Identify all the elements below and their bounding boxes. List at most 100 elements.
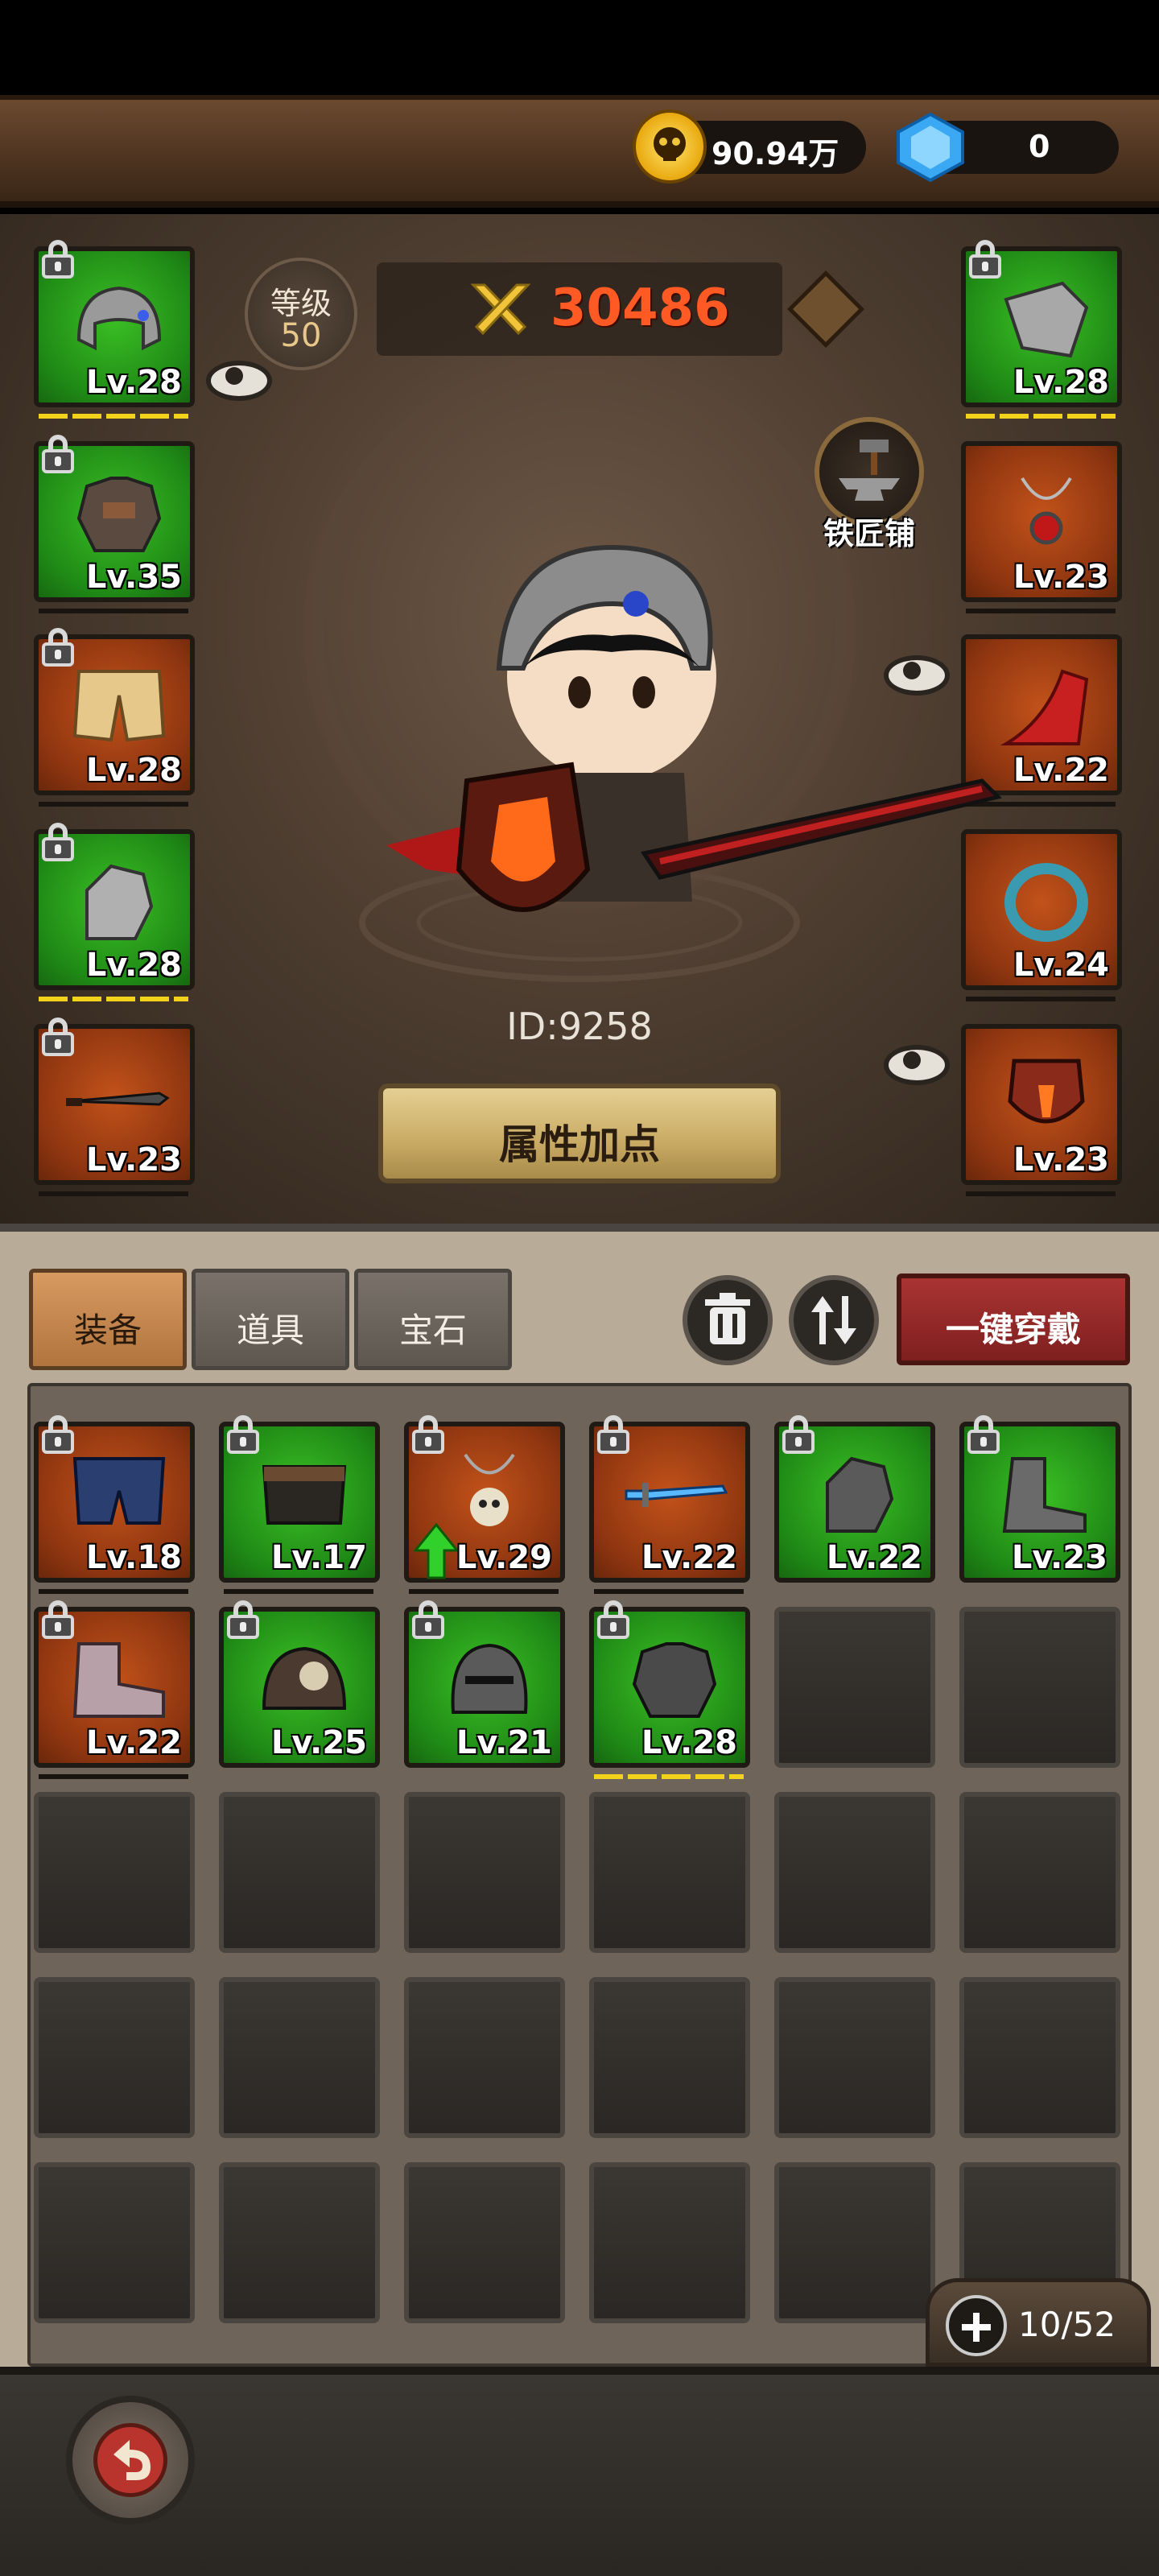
eye-icon[interactable] (206, 357, 272, 401)
tab-items[interactable]: 道具 (192, 1269, 349, 1370)
back-button[interactable] (66, 2396, 195, 2524)
boots-icon (72, 1642, 165, 1718)
discard-button[interactable] (683, 1275, 773, 1365)
pin-icon (786, 270, 865, 349)
item-level: Lv.28 (85, 752, 182, 789)
lock-icon (782, 1415, 815, 1455)
gold-coin-icon (633, 109, 707, 184)
inventory-slot[interactable]: Lv.17 (219, 1415, 380, 1583)
hero-character (386, 544, 1002, 912)
lock-icon (227, 1415, 259, 1455)
sword-icon (66, 1092, 170, 1106)
inventory-slot-empty[interactable] (959, 1607, 1120, 1768)
equip-slot-weapon[interactable]: Lv.23 (34, 1018, 195, 1185)
inventory-slot-empty[interactable] (34, 1977, 195, 2138)
expand-capacity-button[interactable]: 10/52 (926, 2278, 1151, 2367)
lock-icon (227, 1600, 259, 1641)
map-pin-button[interactable] (786, 269, 866, 349)
inventory-slot-empty[interactable] (34, 2162, 195, 2323)
inventory-slot-empty[interactable] (589, 2162, 750, 2323)
inventory-slot-empty[interactable] (774, 2162, 935, 2323)
trash-icon (705, 1293, 750, 1344)
upgrade-bar (39, 1589, 188, 1594)
boots-icon (1002, 1457, 1087, 1533)
equip-all-button[interactable]: 一键穿戴 (897, 1274, 1130, 1365)
shoulder-armor-icon (1004, 281, 1089, 358)
plus-icon (946, 2295, 1007, 2356)
inventory-slot[interactable]: Lv.18 (34, 1415, 195, 1583)
tab-label: 宝石 (398, 1311, 467, 1350)
item-level: Lv.22 (85, 1724, 182, 1761)
inventory-slot[interactable]: Lv.22 (589, 1415, 750, 1583)
equip-slot-shoulder[interactable]: Lv.28 (961, 240, 1122, 407)
level-label: 等级 (270, 286, 332, 321)
player-id: ID:9258 (506, 1005, 653, 1048)
upgrade-bar (594, 1589, 744, 1594)
blacksmith-button[interactable]: 铁匠铺 (805, 417, 934, 551)
capacity-count: 10/52 (1018, 2305, 1116, 2344)
lock-icon (412, 1600, 444, 1641)
item-level: Lv.25 (270, 1724, 367, 1761)
upgrade-bar (39, 609, 188, 613)
equip-slot-armor[interactable]: Lv.35 (34, 435, 195, 602)
combat-power: 30486 (377, 262, 782, 356)
item-level: Lv.28 (641, 1724, 737, 1761)
inventory-slot-empty[interactable] (774, 1977, 935, 2138)
inventory-slot-empty[interactable] (219, 1792, 380, 1953)
attribute-points-button[interactable]: 属性加点 (378, 1084, 781, 1183)
inventory-slot[interactable]: Lv.22 (774, 1415, 935, 1583)
inventory-slot-empty[interactable] (774, 1607, 935, 1768)
game-screen: 90.94万 0 Lv.28 Lv.35 Lv.28 Lv.28 Lv.23 L… (0, 0, 1159, 2576)
equip-slot-pants[interactable]: Lv.28 (34, 628, 195, 795)
armor-icon (632, 1642, 717, 1718)
inventory-slot[interactable]: Lv.23 (959, 1415, 1120, 1583)
belt-icon (262, 1465, 347, 1525)
inventory-slot[interactable]: Lv.25 (219, 1600, 380, 1768)
ice-sword-icon (625, 1483, 728, 1507)
upgrade-bar (39, 414, 188, 419)
upgrade-bar (966, 414, 1116, 419)
hero-level-badge: 等级 50 (245, 258, 357, 370)
inventory-slot-empty[interactable] (219, 2162, 380, 2323)
sort-button[interactable] (789, 1275, 879, 1365)
inventory-slot[interactable]: Lv.21 (404, 1600, 565, 1768)
tab-equipment[interactable]: 装备 (29, 1269, 187, 1370)
lock-icon (969, 240, 1001, 280)
inventory-slot-empty[interactable] (404, 2162, 565, 2323)
upgrade-arrow-icon (414, 1523, 459, 1579)
eye-icon[interactable] (884, 1042, 950, 1085)
back-arrow-icon (93, 2423, 167, 2497)
lock-icon (412, 1415, 444, 1455)
upgrade-bar (409, 1589, 559, 1594)
gem-icon (892, 111, 969, 184)
inventory-slot-empty[interactable] (589, 1977, 750, 2138)
gauntlet-icon (826, 1456, 894, 1533)
inventory-slot[interactable]: Lv.29 (404, 1415, 565, 1583)
lock-icon (42, 1018, 74, 1058)
item-level: Lv.17 (270, 1539, 367, 1576)
item-level: Lv.22 (641, 1539, 737, 1576)
upgrade-bar (966, 1191, 1116, 1196)
inventory-slot-empty[interactable] (959, 1792, 1120, 1953)
inventory-slot-empty[interactable] (959, 1977, 1120, 2138)
equip-slot-gauntlets[interactable]: Lv.28 (34, 823, 195, 990)
helmet-icon (76, 286, 162, 351)
inventory-slot-empty[interactable] (34, 1792, 195, 1953)
upgrade-bar (39, 802, 188, 807)
equip-slot-shield[interactable]: Lv.23 (961, 1024, 1122, 1185)
tab-label: 道具 (236, 1311, 304, 1350)
inventory-slot[interactable]: Lv.28 (589, 1600, 750, 1768)
shield-icon (1008, 1059, 1085, 1124)
skull-helmet-icon (262, 1646, 347, 1710)
tab-gems[interactable]: 宝石 (354, 1269, 512, 1370)
inventory-slot[interactable]: Lv.22 (34, 1600, 195, 1768)
upgrade-bar (39, 1774, 188, 1779)
armor-icon (76, 477, 162, 552)
inventory-slot-empty[interactable] (589, 1792, 750, 1953)
inventory-slot-empty[interactable] (404, 1977, 565, 2138)
inventory-slot-empty[interactable] (774, 1792, 935, 1953)
inventory-slot-empty[interactable] (219, 1977, 380, 2138)
inventory-slot-empty[interactable] (404, 1792, 565, 1953)
item-level: Lv.28 (85, 947, 182, 984)
equip-slot-helmet[interactable]: Lv.28 (34, 240, 195, 407)
